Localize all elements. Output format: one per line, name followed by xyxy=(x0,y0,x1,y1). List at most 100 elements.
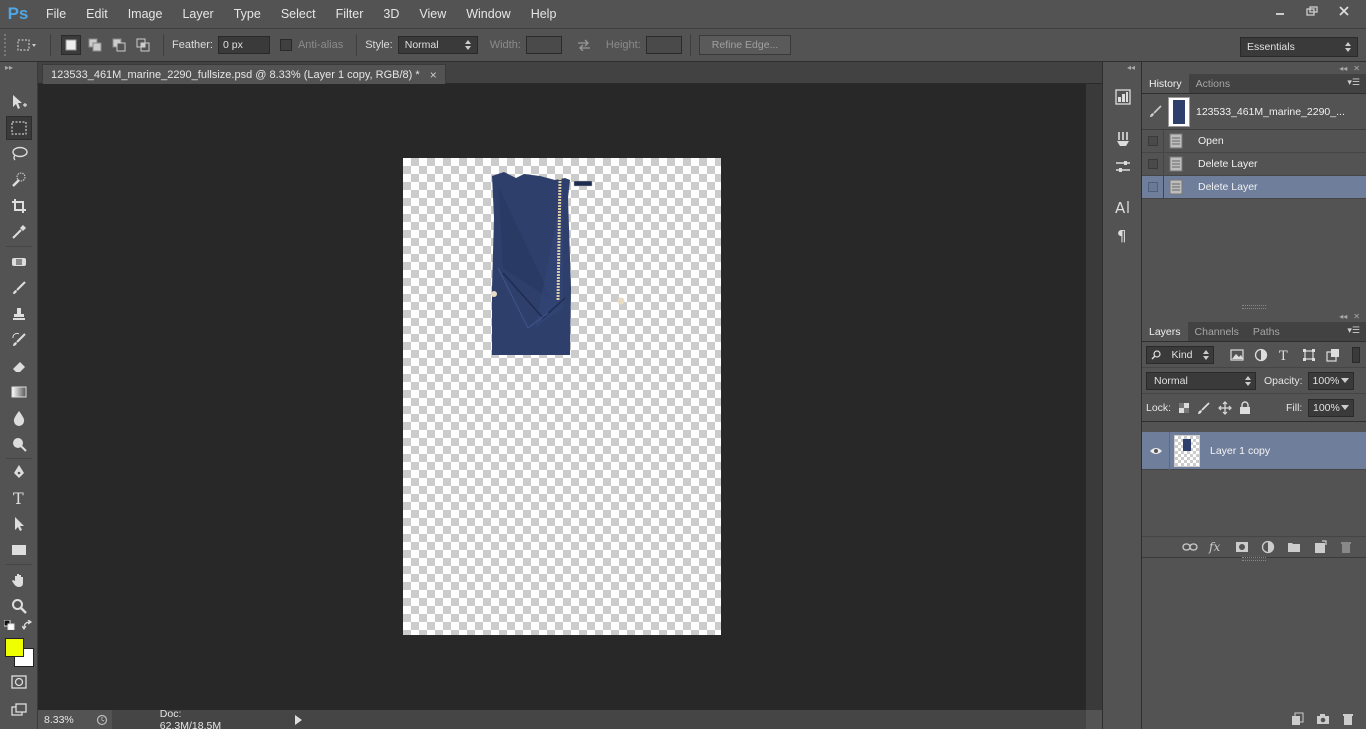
menu-type[interactable]: Type xyxy=(224,0,271,28)
restore-button[interactable] xyxy=(1298,2,1326,20)
tab-paths[interactable]: Paths xyxy=(1246,322,1287,341)
height-input[interactable] xyxy=(645,36,682,54)
menu-layer[interactable]: Layer xyxy=(172,0,223,28)
delete-layer-button[interactable] xyxy=(1338,539,1354,555)
blur-tool[interactable] xyxy=(6,406,32,430)
panel-resize-grip[interactable] xyxy=(1242,305,1266,309)
move-tool[interactable] xyxy=(6,90,32,114)
tab-channels[interactable]: Channels xyxy=(1188,322,1246,341)
healing-brush-tool[interactable] xyxy=(6,250,32,274)
document-tab[interactable]: 123533_461M_marine_2290_fullsize.psd @ 8… xyxy=(42,64,446,84)
quick-mask-button[interactable] xyxy=(6,670,32,694)
menu-image[interactable]: Image xyxy=(118,0,173,28)
hand-tool[interactable] xyxy=(6,568,32,592)
dodge-tool[interactable] xyxy=(6,432,32,456)
panel-resize-grip[interactable] xyxy=(1242,557,1266,561)
layer-row[interactable]: Layer 1 copy xyxy=(1142,431,1366,470)
clone-stamp-tool[interactable] xyxy=(6,302,32,326)
adjustments-panel-button[interactable] xyxy=(1111,156,1135,178)
history-item[interactable]: Delete Layer xyxy=(1142,152,1366,176)
history-snapshot[interactable]: 123533_461M_marine_2290_... xyxy=(1142,94,1366,130)
filter-type-layers-button[interactable]: T xyxy=(1276,346,1294,364)
history-brush-tool[interactable] xyxy=(6,328,32,352)
lock-all-icon[interactable] xyxy=(1239,400,1251,415)
tool-preset-picker[interactable] xyxy=(12,33,42,57)
status-clock-icon[interactable] xyxy=(96,714,108,726)
history-source-checkbox[interactable] xyxy=(1142,152,1164,176)
screen-mode-button[interactable] xyxy=(6,698,32,722)
new-layer-button[interactable] xyxy=(1312,539,1328,555)
anti-alias-checkbox[interactable] xyxy=(279,39,292,51)
new-adjustment-layer-button[interactable] xyxy=(1260,539,1276,555)
quick-selection-tool[interactable] xyxy=(6,168,32,192)
histogram-panel-button[interactable] xyxy=(1111,86,1135,108)
camera-icon[interactable] xyxy=(1316,713,1330,725)
swap-dimensions-icon[interactable] xyxy=(576,39,592,51)
gradient-tool[interactable] xyxy=(6,380,32,404)
layer-filter-toggle[interactable] xyxy=(1352,346,1360,363)
new-group-button[interactable] xyxy=(1286,539,1302,555)
history-item[interactable]: Open xyxy=(1142,129,1366,153)
menu-view[interactable]: View xyxy=(409,0,456,28)
toolbar-collapse[interactable]: ▸▸ xyxy=(0,62,37,74)
tab-history[interactable]: History xyxy=(1142,74,1189,93)
trash-icon[interactable] xyxy=(1342,712,1354,726)
marquee-tool[interactable] xyxy=(6,116,32,140)
path-selection-tool[interactable] xyxy=(6,512,32,536)
layer-filter-kind-select[interactable]: Kind xyxy=(1146,345,1214,364)
close-tab-icon[interactable]: × xyxy=(430,68,437,82)
panel-collapse-icon[interactable]: ◂◂ xyxy=(1339,312,1347,321)
panel-close-icon[interactable]: ✕ xyxy=(1353,64,1360,73)
refine-edge-button[interactable]: Refine Edge... xyxy=(698,35,792,55)
menu-3d[interactable]: 3D xyxy=(373,0,409,28)
status-menu-arrow-icon[interactable] xyxy=(294,714,302,725)
close-window-button[interactable] xyxy=(1330,2,1358,20)
history-brush-source-icon[interactable] xyxy=(1148,104,1164,120)
blend-mode-select[interactable]: Normal xyxy=(1146,371,1256,390)
fill-input[interactable]: 100% xyxy=(1308,398,1354,417)
new-selection-button[interactable] xyxy=(61,35,81,55)
character-panel-button[interactable]: A xyxy=(1111,196,1135,218)
default-colors-icon[interactable] xyxy=(4,620,16,630)
opacity-input[interactable]: 100% xyxy=(1307,371,1354,390)
swap-colors-icon[interactable] xyxy=(22,620,34,630)
panel-close-icon[interactable]: ✕ xyxy=(1353,312,1360,321)
brush-tool[interactable] xyxy=(6,276,32,300)
lock-pixels-brush-icon[interactable] xyxy=(1197,401,1211,415)
menu-filter[interactable]: Filter xyxy=(326,0,374,28)
canvas-area[interactable] xyxy=(38,84,1086,710)
add-to-selection-button[interactable] xyxy=(85,35,105,55)
history-source-checkbox[interactable] xyxy=(1142,175,1164,199)
lasso-tool[interactable] xyxy=(6,142,32,166)
menu-help[interactable]: Help xyxy=(521,0,567,28)
panel-collapse-icon[interactable]: ◂◂ xyxy=(1339,64,1347,73)
history-source-checkbox[interactable] xyxy=(1142,129,1164,153)
intersect-selection-button[interactable] xyxy=(133,35,153,55)
workspace-select[interactable]: Essentials xyxy=(1240,37,1358,57)
paragraph-panel-button[interactable]: ¶ xyxy=(1111,224,1135,246)
width-input[interactable] xyxy=(525,36,562,54)
style-select[interactable]: Normal xyxy=(397,36,478,54)
tab-actions[interactable]: Actions xyxy=(1189,74,1237,93)
pen-tool[interactable] xyxy=(6,460,32,484)
history-panel-menu-icon[interactable]: ▾☰ xyxy=(1347,78,1360,88)
menu-window[interactable]: Window xyxy=(456,0,520,28)
eraser-tool[interactable] xyxy=(6,354,32,378)
filter-shape-layers-button[interactable] xyxy=(1300,346,1318,364)
crop-tool[interactable] xyxy=(6,194,32,218)
menu-file[interactable]: File xyxy=(36,0,76,28)
filter-adjustment-layers-button[interactable] xyxy=(1252,346,1270,364)
layers-panel-menu-icon[interactable]: ▾☰ xyxy=(1347,326,1360,336)
chevron-down-icon[interactable] xyxy=(1341,404,1349,411)
lock-transparent-icon[interactable] xyxy=(1178,402,1190,414)
zoom-tool[interactable] xyxy=(6,594,32,618)
layer-style-button[interactable]: fx xyxy=(1208,539,1224,555)
eyedropper-tool[interactable] xyxy=(6,220,32,244)
brush-presets-panel-button[interactable] xyxy=(1111,128,1135,150)
document-canvas[interactable] xyxy=(403,158,721,635)
vertical-scrollbar[interactable] xyxy=(1086,84,1102,710)
new-document-from-state-icon[interactable] xyxy=(1290,712,1304,726)
add-mask-button[interactable] xyxy=(1234,539,1250,555)
layer-visibility-toggle[interactable] xyxy=(1142,431,1170,470)
options-grip[interactable] xyxy=(4,34,12,56)
